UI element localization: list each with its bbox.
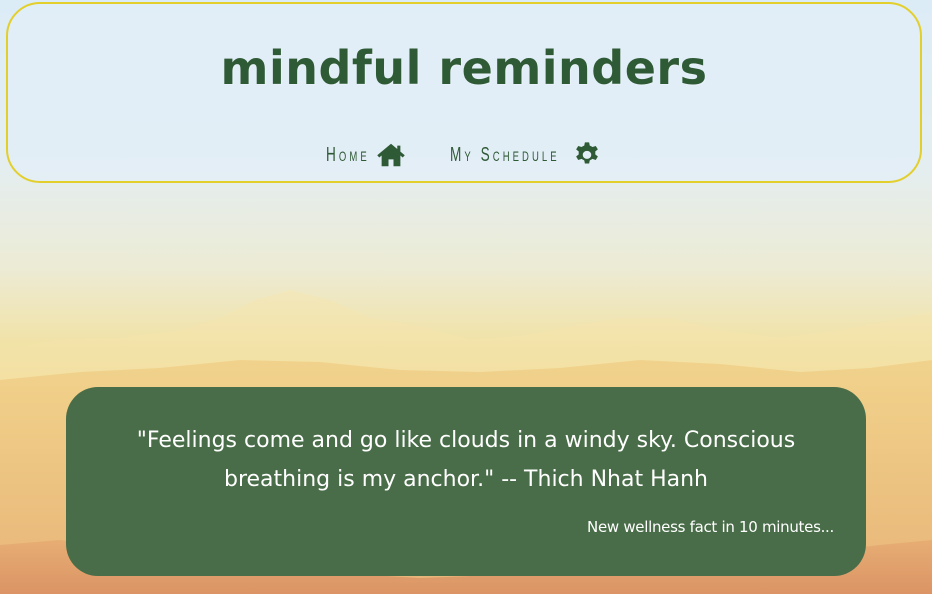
- nav-home-label: Home: [325, 143, 370, 166]
- site-title[interactable]: mindful reminders: [8, 38, 920, 98]
- gear-icon: [576, 142, 599, 164]
- main-nav: Home My Schedule: [8, 140, 920, 170]
- quote-text: "Feelings come and go like clouds in a w…: [136, 428, 796, 492]
- nav-schedule-link[interactable]: My Schedule: [450, 140, 602, 170]
- quote-timer: New wellness fact in 10 minutes...: [587, 518, 834, 536]
- wellness-quote-card: "Feelings come and go like clouds in a w…: [66, 387, 866, 576]
- nav-home-link[interactable]: Home: [326, 140, 406, 170]
- nav-schedule-label: My Schedule: [450, 143, 560, 166]
- home-icon: [377, 143, 405, 167]
- site-header: mindful reminders Home My Schedule: [6, 2, 922, 183]
